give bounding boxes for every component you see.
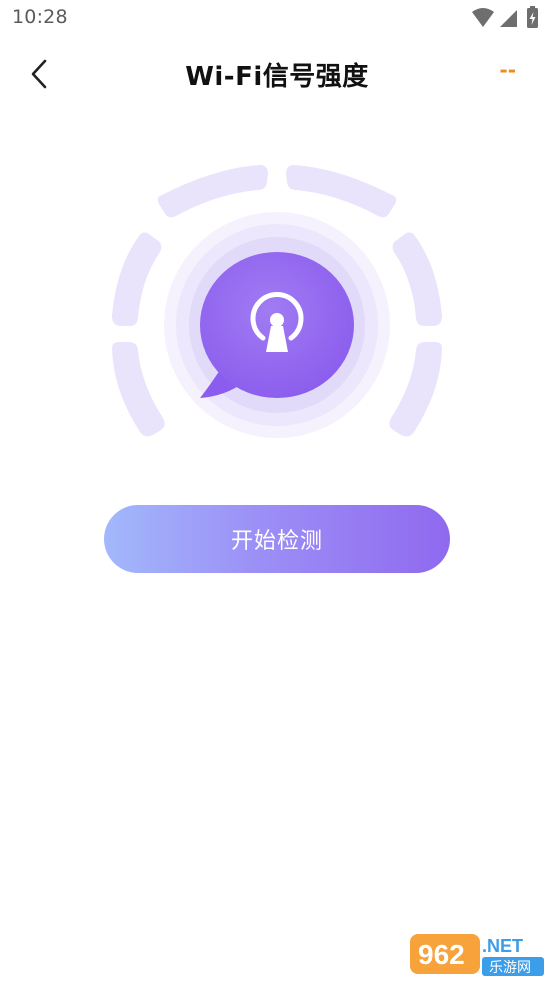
status-time: 10:28 [12,6,68,28]
signal-gauge [112,165,442,438]
status-bar: 10:28 [0,0,554,38]
wifi-status-icon [472,8,494,27]
start-detection-label: 开始检测 [230,529,323,554]
svg-text:乐游网: 乐游网 [489,960,531,976]
gauge-segment-top-right [286,165,397,218]
status-icons [472,6,538,28]
gauge-segment-left-upper [112,232,162,326]
gauge-segment-right-lower [389,342,442,437]
gauge-segment-top-left [157,165,268,218]
cellular-signal-icon [500,10,517,27]
svg-text:.NET: .NET [482,936,523,956]
battery-charging-icon [527,6,538,28]
header-right-action[interactable]: -- [499,58,516,82]
start-detection-button[interactable]: 开始检测 [104,505,450,573]
site-watermark-logo: 962 .NET 乐游网 [410,934,544,976]
page-title: Wi-Fi信号强度 [185,62,369,92]
gauge-segment-left-lower [112,342,165,437]
gauge-segment-right-upper [392,232,442,326]
svg-text:962: 962 [418,939,465,970]
app-header: Wi-Fi信号强度 -- [0,38,554,110]
